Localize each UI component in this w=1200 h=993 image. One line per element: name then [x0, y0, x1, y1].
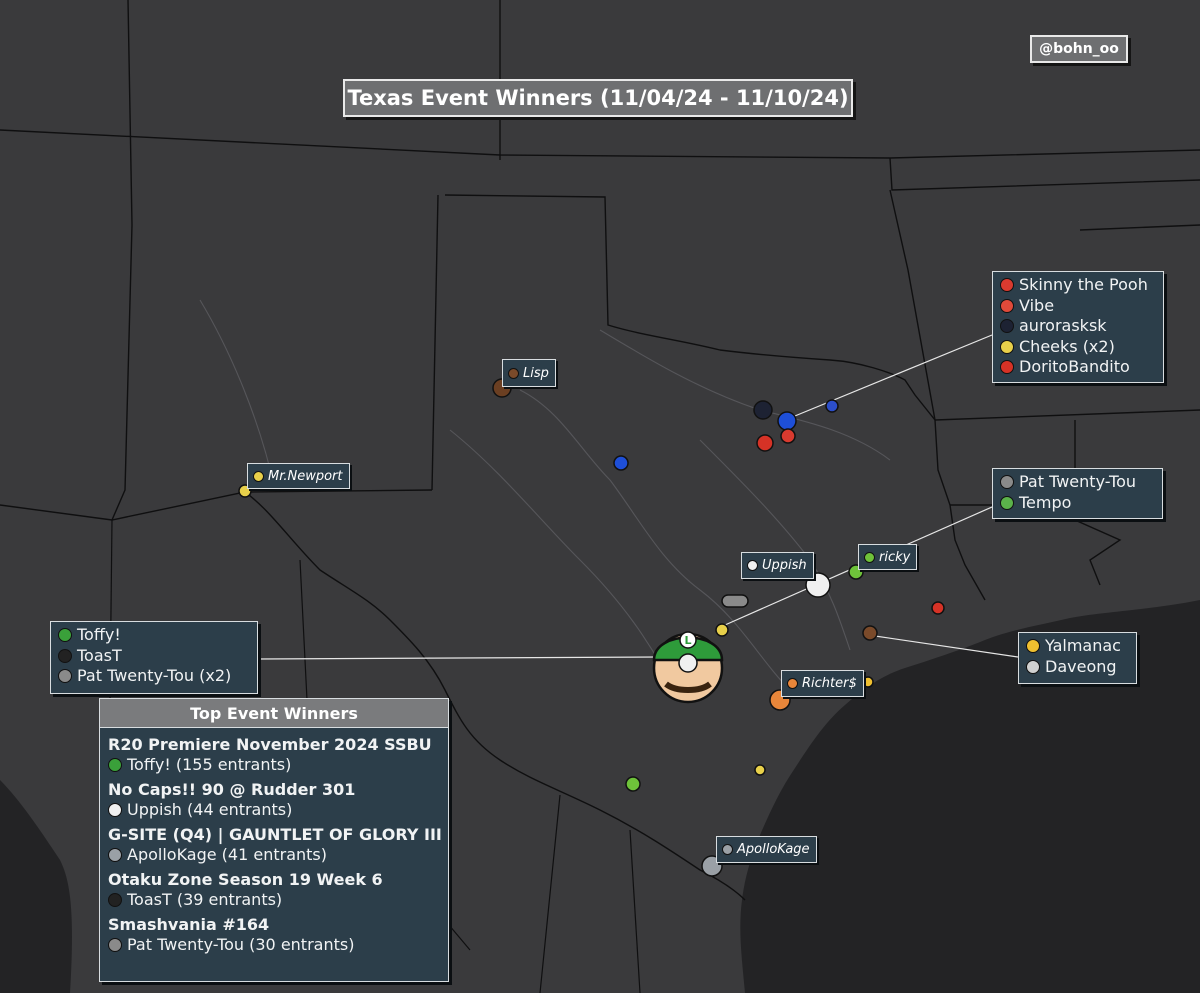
black-mask-icon — [58, 648, 72, 663]
callout-houston-south: Yalmanac Daveong — [1018, 632, 1137, 684]
gray-robot-icon — [108, 938, 122, 952]
ricky2-marker — [625, 776, 641, 792]
yellow-spiky-icon — [253, 470, 264, 482]
falco-marker — [825, 399, 839, 413]
blonde-hair-icon — [1026, 639, 1040, 654]
callout-entry: Daveong — [1026, 657, 1129, 678]
top-event-winners-panel: Top Event Winners R20 Premiere November … — [99, 698, 449, 982]
callout-entry: DoritoBandito — [1000, 357, 1156, 378]
callout-entry: aurorasksk — [1000, 316, 1156, 337]
callout-entry: Yalmanac — [1026, 636, 1129, 657]
pat-marker — [721, 594, 749, 608]
dfw-marker-b — [756, 434, 774, 452]
gray-robot-icon — [1000, 475, 1014, 490]
houston-marker — [862, 625, 878, 641]
luigi-marker: L — [652, 631, 724, 704]
event-title: R20 Premiere November 2024 SSBU — [108, 735, 432, 754]
tag-apollokage: ApolloKage — [716, 836, 817, 863]
callout-entry: Tempo — [1000, 493, 1155, 514]
red-cap-icon — [1000, 298, 1014, 313]
callout-dfw: Skinny the Pooh Vibe aurorasksk Cheeks (… — [992, 271, 1164, 383]
mario-marker — [931, 601, 945, 615]
callout-entry: Pat Twenty-Tou (x2) — [58, 666, 250, 687]
credit-badge: @bohn_oo — [1030, 35, 1128, 63]
white-fluff-icon — [108, 803, 122, 817]
dfw-marker-c — [780, 428, 796, 444]
white-fluff-icon — [747, 560, 758, 571]
red-cap-icon — [1000, 278, 1014, 293]
dark-hair-icon — [1000, 319, 1014, 334]
orange-hair-icon — [787, 678, 798, 689]
event-winner: Uppish (44 entrants) — [108, 800, 440, 820]
map-title: Texas Event Winners (11/04/24 - 11/10/24… — [343, 79, 853, 117]
green-cap-icon — [58, 628, 72, 643]
green-goo-icon — [864, 551, 875, 563]
top-events-list: R20 Premiere November 2024 SSBU Toffy! (… — [100, 728, 448, 959]
event-winner: Pat Twenty-Tou (30 entrants) — [108, 935, 440, 955]
tag-ricky: ricky — [858, 544, 918, 570]
callout-entry: Vibe — [1000, 296, 1156, 317]
gray-robot-icon — [58, 669, 72, 684]
event-title: Smashvania #164 — [108, 915, 270, 934]
white-hair-icon — [1026, 659, 1040, 674]
green-dino-icon — [1000, 495, 1014, 510]
event-title: G-SITE (Q4) | GAUNTLET OF GLORY III — [108, 825, 442, 844]
gray-helmet-icon — [722, 844, 733, 855]
event-title: Otaku Zone Season 19 Week 6 — [108, 870, 383, 889]
callout-entry: Skinny the Pooh — [1000, 275, 1156, 296]
callout-houston-north: Pat Twenty-Tou Tempo — [992, 468, 1163, 519]
tag-mr-newport: Mr.Newport — [247, 463, 350, 489]
event-winner: ToasT (39 entrants) — [108, 890, 440, 910]
aurorasksk-marker — [753, 400, 773, 420]
green-cap-icon — [108, 758, 122, 772]
gray-helmet-icon — [108, 848, 122, 862]
event-winner: Toffy! (155 entrants) — [108, 755, 440, 775]
red-cap-icon — [1000, 360, 1014, 375]
svg-text:L: L — [684, 634, 691, 647]
tag-lisp: Lisp — [502, 359, 556, 387]
brown-hair-icon — [508, 367, 519, 379]
top-events-header: Top Event Winners — [100, 699, 448, 728]
event-winner: ApolloKage (41 entrants) — [108, 845, 440, 865]
sonic-marker — [613, 455, 629, 471]
event-title: No Caps!! 90 @ Rudder 301 — [108, 780, 356, 799]
tag-richter: Richter$ — [781, 670, 864, 697]
callout-entry: ToasT — [58, 646, 250, 667]
callout-entry: Pat Twenty-Tou — [1000, 472, 1155, 493]
black-mask-icon — [108, 893, 122, 907]
cheeks-marker — [715, 623, 729, 637]
cheeks2-marker — [754, 764, 766, 776]
callout-austin: Toffy! ToasT Pat Twenty-Tou (x2) — [50, 621, 258, 694]
callout-entry: Toffy! — [58, 625, 250, 646]
yalmanac-marker — [862, 676, 874, 688]
callout-entry: Cheeks (x2) — [1000, 337, 1156, 358]
tag-uppish: Uppish — [741, 552, 814, 579]
dfw-marker-a — [777, 411, 797, 431]
yellow-spiky-icon — [1000, 339, 1014, 354]
